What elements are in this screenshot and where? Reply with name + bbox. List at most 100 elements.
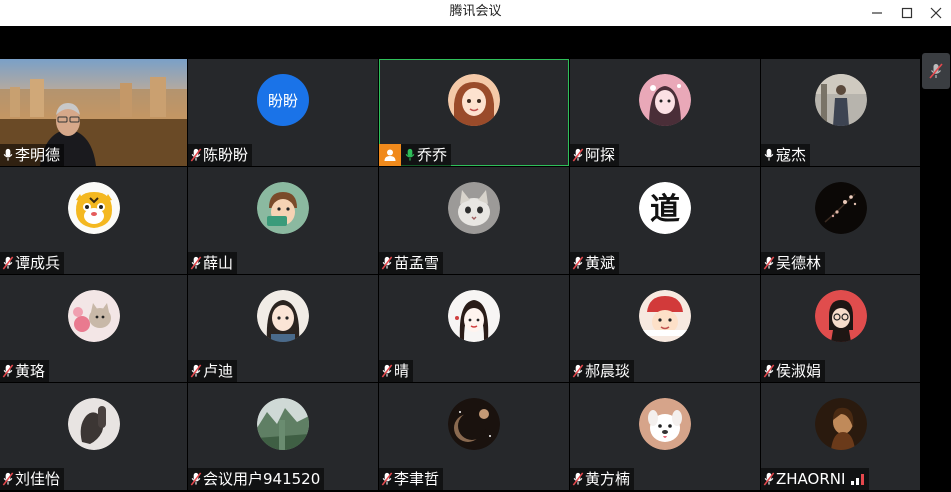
muted-mic-icon <box>190 364 202 378</box>
title-bar: 腾讯会议 <box>0 0 951 26</box>
muted-mic-icon <box>572 256 584 270</box>
signal-strength-icon <box>851 474 865 485</box>
mic-icon <box>3 148 13 161</box>
participant-name: 薛山 <box>203 254 234 272</box>
name-bar: 寇杰 <box>761 144 811 166</box>
avatar <box>814 182 867 234</box>
participant-name: 陈盼盼 <box>203 146 249 164</box>
participant-tile[interactable]: 会议用户941520 <box>188 383 378 490</box>
name-bar: 李聿哲 <box>379 468 444 490</box>
mic-icon <box>764 148 774 161</box>
participant-tile[interactable]: 侯淑娟 <box>761 275 920 382</box>
name-bar: 黄珞 <box>0 360 50 382</box>
participant-tile[interactable]: 盼盼陈盼盼 <box>188 59 378 166</box>
avatar <box>257 398 309 450</box>
muted-mic-icon <box>190 256 202 270</box>
avatar <box>639 398 691 450</box>
participant-tile[interactable]: 薛山 <box>188 167 378 274</box>
muted-mic-icon <box>763 256 775 270</box>
participant-tile[interactable]: 李聿哲 <box>379 383 569 490</box>
avatar: 盼盼 <box>257 74 309 126</box>
participant-name: 会议用户941520 <box>203 470 321 488</box>
participant-name: 卢迪 <box>203 362 234 380</box>
avatar <box>67 398 120 450</box>
muted-mic-icon <box>572 364 584 378</box>
participant-name: 黄斌 <box>585 254 616 272</box>
muted-mic-icon <box>763 472 775 486</box>
participant-name: 李明德 <box>15 146 61 164</box>
muted-mic-icon <box>929 63 943 79</box>
window-title: 腾讯会议 <box>449 4 502 19</box>
participant-name: 晴 <box>394 362 410 380</box>
participant-tile[interactable]: 卢迪 <box>188 275 378 382</box>
participant-tile[interactable]: 吴德林 <box>761 167 920 274</box>
name-bar: ZHAORNI <box>761 468 870 490</box>
participant-tile[interactable]: ZHAORNI <box>761 383 920 490</box>
name-bar: 郝晨琰 <box>570 360 635 382</box>
name-bar: 苗孟雪 <box>379 252 444 274</box>
name-bar: 李明德 <box>0 144 65 166</box>
name-bar: 薛山 <box>188 252 238 274</box>
name-bar: 谭成兵 <box>0 252 65 274</box>
name-bar: 刘佳怡 <box>0 468 65 490</box>
participant-name: 谭成兵 <box>15 254 61 272</box>
muted-mic-icon <box>2 472 14 486</box>
name-bar: 阿探 <box>570 144 620 166</box>
participant-name: 黄方楠 <box>585 470 631 488</box>
participant-tile[interactable]: 黄方楠 <box>570 383 760 490</box>
muted-mic-icon <box>2 256 14 270</box>
side-panel <box>920 53 951 492</box>
host-badge <box>379 144 401 166</box>
maximize-button[interactable] <box>892 0 922 26</box>
toolbar-strip <box>0 26 951 59</box>
avatar: 道 <box>639 182 691 234</box>
participant-tile[interactable]: 刘佳怡 <box>0 383 187 490</box>
participant-name: 苗孟雪 <box>394 254 440 272</box>
avatar <box>448 74 500 126</box>
participant-tile[interactable]: 道黄斌 <box>570 167 760 274</box>
participant-name: ZHAORNI <box>776 470 846 488</box>
name-bar: 会议用户941520 <box>188 468 325 490</box>
participant-name: 乔乔 <box>417 146 448 164</box>
avatar <box>814 398 867 450</box>
avatar <box>448 182 500 234</box>
participant-name: 吴德林 <box>776 254 822 272</box>
avatar <box>814 290 867 342</box>
avatar <box>67 182 120 234</box>
avatar-glyph: 道 <box>650 192 680 227</box>
participant-name: 李聿哲 <box>394 470 440 488</box>
name-bar: 陈盼盼 <box>188 144 253 166</box>
participant-tile[interactable]: 黄珞 <box>0 275 187 382</box>
muted-mic-icon <box>763 364 775 378</box>
participant-tile[interactable]: 李明德 <box>0 59 187 166</box>
participant-tile[interactable]: 寇杰 <box>761 59 920 166</box>
name-bar: 黄斌 <box>570 252 620 274</box>
name-bar: 侯淑娟 <box>761 360 826 382</box>
mic-icon <box>405 148 415 161</box>
avatar <box>448 398 500 450</box>
muted-mic-icon <box>190 472 202 486</box>
avatar <box>257 290 309 342</box>
muted-mic-icon <box>381 256 393 270</box>
participant-tile[interactable]: 乔乔 <box>379 59 569 166</box>
muted-mic-icon <box>381 364 393 378</box>
close-icon <box>930 7 942 19</box>
participant-tile[interactable]: 晴 <box>379 275 569 382</box>
avatar <box>639 290 691 342</box>
participant-tile[interactable]: 谭成兵 <box>0 167 187 274</box>
participant-name: 黄珞 <box>15 362 46 380</box>
participant-tile[interactable]: 苗孟雪 <box>379 167 569 274</box>
minimize-button[interactable] <box>862 0 892 26</box>
participant-name: 寇杰 <box>776 146 807 164</box>
participant-tile[interactable]: 阿探 <box>570 59 760 166</box>
maximize-icon <box>901 7 913 19</box>
avatar <box>67 290 120 342</box>
name-bar: 乔乔 <box>379 144 452 166</box>
participant-tile[interactable]: 郝晨琰 <box>570 275 760 382</box>
mute-all-button[interactable] <box>922 53 950 89</box>
participant-name: 刘佳怡 <box>15 470 61 488</box>
name-bar: 卢迪 <box>188 360 238 382</box>
muted-mic-icon <box>190 148 202 162</box>
close-button[interactable] <box>921 0 951 26</box>
muted-mic-icon <box>572 148 584 162</box>
